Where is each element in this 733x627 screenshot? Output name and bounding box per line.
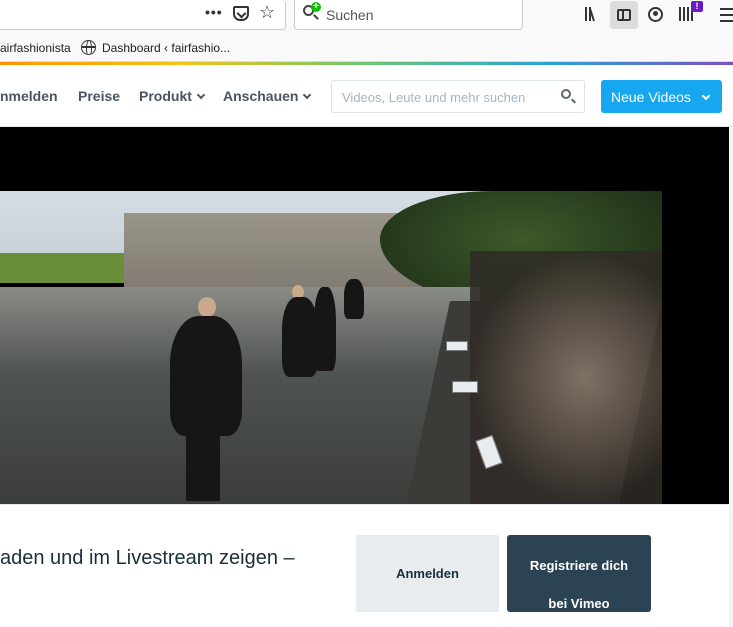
bookmark-item[interactable]: Dashboard ‹ fairfashio... (102, 41, 230, 55)
account-icon[interactable] (648, 7, 663, 22)
hamburger-menu-icon[interactable] (720, 8, 733, 26)
video-frame (0, 191, 662, 504)
search-icon[interactable] (561, 89, 571, 99)
chevron-down-icon (196, 90, 206, 100)
sidebar-icon (617, 9, 631, 21)
url-bar[interactable]: ••• ☆ (0, 0, 286, 30)
login-button[interactable]: Anmelden (356, 535, 499, 612)
library-icon[interactable] (585, 7, 601, 22)
nav-product-label: Produkt (139, 88, 192, 104)
signup-banner: aden und im Livestream zeigen – Anmelden… (0, 504, 733, 627)
register-label-line1: Registriere dich (529, 558, 629, 573)
browser-toolbar: ••• ☆ + Suchen ! (0, 0, 733, 31)
sidebar-toggle-button[interactable] (610, 1, 638, 29)
vimeo-search-placeholder: Videos, Leute und mehr suchen (342, 90, 526, 105)
bookmarks-toolbar: airfashionista Dashboard ‹ fairfashio... (0, 31, 733, 62)
video-player[interactable] (0, 127, 733, 504)
bookmark-star-icon[interactable]: ☆ (259, 2, 275, 23)
new-videos-button[interactable]: Neue Videos (601, 80, 722, 113)
page-actions-menu-button[interactable]: ••• (205, 4, 223, 20)
signup-message: aden und im Livestream zeigen – (0, 547, 295, 569)
pocket-icon[interactable] (233, 6, 249, 21)
chevron-down-icon (303, 90, 312, 100)
browser-search-placeholder: Suchen (326, 7, 374, 23)
browser-search-bar[interactable]: + Suchen (294, 0, 523, 30)
extension-badge: ! (691, 1, 703, 12)
bookmark-item[interactable]: airfashionista (0, 41, 71, 55)
nav-pricing-link[interactable]: Preise (78, 88, 120, 104)
globe-icon (81, 40, 96, 55)
vimeo-header: nmelden Preise Produkt Anschauen Videos,… (0, 65, 733, 127)
chevron-down-icon (701, 91, 711, 101)
nav-watch-menu[interactable]: Anschauen (223, 88, 312, 104)
page-scrollbar[interactable] (729, 127, 733, 627)
register-label-line2: bei Vimeo (548, 596, 610, 611)
nav-login-link[interactable]: nmelden (0, 88, 58, 104)
vimeo-search-input[interactable]: Videos, Leute und mehr suchen (331, 80, 585, 113)
new-videos-label: Neue Videos (611, 89, 691, 105)
nav-watch-label: Anschauen (223, 88, 299, 104)
add-search-engine-icon: + (311, 2, 321, 12)
nav-product-menu[interactable]: Produkt (139, 88, 206, 104)
register-button[interactable]: Registriere dich bei Vimeo (507, 535, 651, 612)
